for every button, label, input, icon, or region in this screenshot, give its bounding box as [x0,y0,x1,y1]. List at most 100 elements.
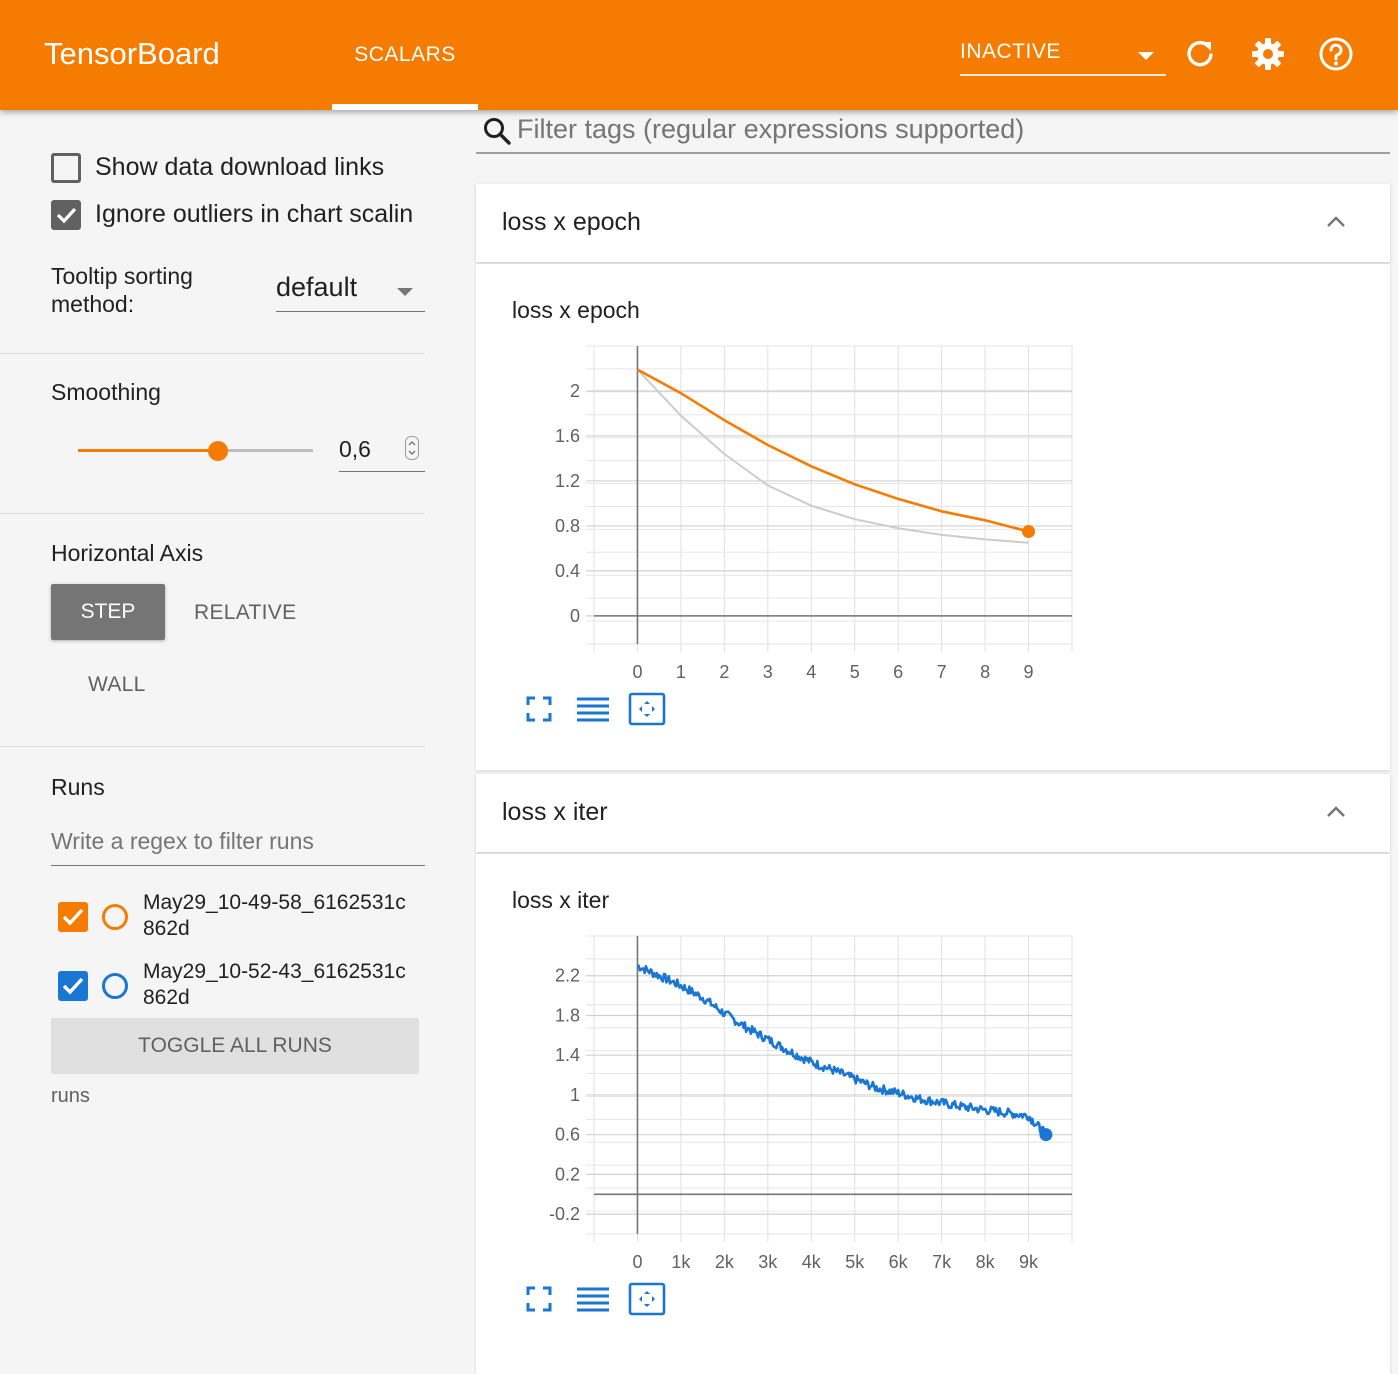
tab-scalars[interactable]: SCALARS [332,0,478,110]
run-color-radio[interactable] [102,973,128,999]
fullscreen-icon[interactable] [520,1282,558,1316]
smoothing-label: Smoothing [51,379,161,405]
active-tab-indicator [332,104,478,110]
x-tick-label: 8k [976,1252,996,1272]
axis-step-button[interactable]: STEP [51,584,165,640]
x-tick-label: 7k [932,1252,952,1272]
card-title: loss x iter [502,798,608,826]
axis-relative-button[interactable]: RELATIVE [194,601,296,625]
fullscreen-icon[interactable] [520,692,558,726]
x-tick-label: 6 [893,662,903,682]
runs-label: Runs [51,774,105,800]
y-tick-label: 1 [570,1085,580,1105]
card-title: loss x epoch [502,208,641,236]
x-tick-label: 4k [802,1252,822,1272]
section-divider [0,746,425,747]
status-label: INACTIVE [960,40,1061,63]
ignore-outliers-label: Ignore outliers in chart scalin [95,200,414,228]
x-tick-label: 9 [1024,662,1034,682]
y-tick-label: 2.2 [555,966,580,986]
horizontal-axis-label: Horizontal Axis [51,540,204,566]
smoothing-input[interactable]: 0,6 [339,430,425,472]
fit-domain-icon[interactable] [628,1282,666,1316]
section-divider [0,513,425,514]
y-tick-label: 1.4 [555,1045,580,1065]
chevron-up-icon[interactable] [1326,802,1346,822]
x-tick-label: 3k [758,1252,778,1272]
tooltip-sorting-value: default [276,272,358,302]
x-tick-label: 5k [845,1252,865,1272]
y-tick-label: 1.6 [555,426,580,446]
x-tick-label: 1 [676,662,686,682]
x-tick-label: 0 [632,1252,642,1272]
run-color-radio[interactable] [102,904,128,930]
chart-title: loss x epoch [512,297,640,323]
y-tick-label: 2 [570,381,580,401]
legend-toggle-icon[interactable] [574,1282,612,1316]
chart-loss-epoch[interactable]: 2 1.6 1.2 0.8 0.4 0 0 1 2 3 4 5 6 7 8 9 [512,338,1102,688]
y-tick-label: -0.2 [549,1204,580,1224]
chevron-up-icon[interactable] [1326,212,1346,232]
legend-toggle-icon[interactable] [574,692,612,726]
y-tick-label: 1.2 [555,471,580,491]
smoothing-slider-fill [78,449,218,452]
check-icon [62,977,84,995]
top-app-bar: TensorBoard SCALARS INACTIVE [0,0,1398,110]
search-icon [484,118,511,145]
show-download-links-checkbox[interactable] [51,153,81,183]
card-header-loss-iter[interactable]: loss x iter [476,774,1390,852]
run-checkbox[interactable] [58,971,88,1001]
sidebar: Show data download links Ignore outliers… [0,110,470,1362]
status-dropdown[interactable]: INACTIVE [960,36,1166,76]
x-tick-label: 5 [850,662,860,682]
main-content: Filter tags (regular expressions support… [476,110,1398,1374]
refresh-icon[interactable] [1182,36,1218,72]
x-tick-label: 3 [763,662,773,682]
ignore-outliers-checkbox[interactable] [51,200,81,230]
tooltip-sorting-dropdown[interactable]: default [276,272,425,312]
runs-footer: runs [51,1085,90,1107]
gear-icon[interactable] [1250,36,1286,72]
tooltip-sorting-label: Tooltip sorting method: [51,263,193,317]
y-tick-label: 0.8 [555,516,580,536]
runs-filter-input[interactable]: Write a regex to filter runs [51,826,425,866]
x-tick-label: 1k [671,1252,691,1272]
section-divider [0,353,425,354]
fit-domain-icon[interactable] [628,692,666,726]
x-tick-label: 8 [980,662,990,682]
x-tick-label: 2k [715,1252,735,1272]
tag-filter-placeholder: Filter tags (regular expressions support… [517,114,1025,144]
y-tick-label: 1.8 [555,1005,580,1025]
smoothing-slider-handle[interactable] [208,441,228,461]
run-name-line2: 862d [143,986,190,1009]
chart-loss-iter[interactable]: 2.2 1.8 1.4 1 0.6 0.2 -0.2 0 1k 2k 3k 4k 5k 6k 7k 8k 9k [512,928,1102,1278]
x-tick-label: 2 [719,662,729,682]
card-header-loss-epoch[interactable]: loss x epoch [476,184,1390,262]
run-checkbox[interactable] [58,902,88,932]
run-name: May29_10-52-43_6162531c 862d [143,959,406,1011]
x-tick-label: 4 [806,662,816,682]
run-name-line2: 862d [143,917,190,940]
tag-filter-input[interactable]: Filter tags (regular expressions support… [476,110,1390,154]
x-tick-label: 0 [632,662,642,682]
chevron-down-icon [397,288,413,296]
run-name: May29_10-49-58_6162531c 862d [143,890,406,942]
x-tick-label: 9k [1019,1252,1039,1272]
series-end-point [1022,525,1036,539]
run-name-line1: May29_10-49-58_6162531c [143,891,406,914]
spinner-icon[interactable] [405,436,419,460]
chevron-down-icon [1138,52,1154,60]
series-line [636,368,1029,533]
show-download-links-label: Show data download links [95,153,385,181]
y-tick-label: 0.4 [555,561,580,581]
y-tick-label: 0.6 [555,1125,580,1145]
check-icon [56,207,77,224]
axis-wall-button[interactable]: WALL [88,673,146,697]
toggle-all-runs-button[interactable]: TOGGLE ALL RUNS [51,1018,419,1074]
x-tick-label: 7 [937,662,947,682]
chart-card-loss-iter: loss x iter 2.2 1.8 1.4 1 0.6 0.2 -0.2 0 1k 2k 3k 4… [476,854,1390,1374]
help-icon[interactable] [1318,36,1354,72]
chart-title: loss x iter [512,887,610,913]
smoothing-value: 0,6 [339,436,371,462]
y-tick-label: 0.2 [555,1164,580,1184]
